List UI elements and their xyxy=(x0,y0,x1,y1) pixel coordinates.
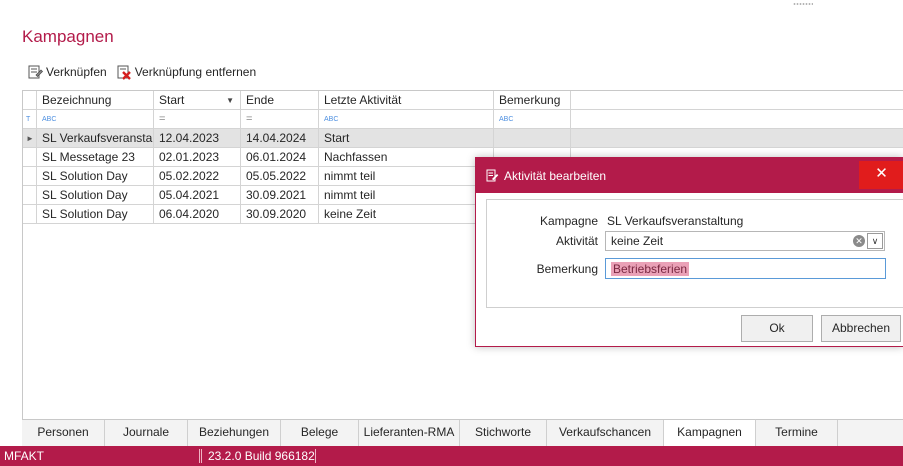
status-bar: MFAKT 23.2.0 Build 966182 xyxy=(0,446,903,466)
unlink-icon xyxy=(117,65,131,80)
grid-filter-row: Τ ABC = = ABC ABC xyxy=(23,110,903,129)
tab-lieferanten-rma[interactable]: Lieferanten-RMA xyxy=(359,420,460,446)
ok-button[interactable]: Ok xyxy=(741,315,813,342)
column-header-start-label: Start xyxy=(159,93,185,107)
column-header-bemerkung[interactable]: Bemerkung xyxy=(494,91,571,110)
cell-start: 05.04.2021 xyxy=(154,186,241,205)
cell-bezeichnung: SL Messetage 23 xyxy=(37,148,154,167)
link-icon xyxy=(28,65,43,78)
cell-ende: 06.01.2024 xyxy=(241,148,319,167)
grid-header-row: Bezeichnung Start ▼ Ende Letzte Aktivitä… xyxy=(23,91,903,110)
filter-start-operator: = xyxy=(159,113,166,125)
filter-cell-aktivitaet[interactable]: ABC xyxy=(319,110,494,129)
cell-bezeichnung: SL Verkaufsveranstalt... xyxy=(37,129,154,148)
tab-verkaufschancen[interactable]: Verkaufschancen xyxy=(547,420,664,446)
table-row[interactable]: ► SL Verkaufsveranstalt... 12.04.2023 14… xyxy=(23,129,903,148)
column-header-bezeichnung[interactable]: Bezeichnung xyxy=(37,91,154,110)
cell-ende: 14.04.2024 xyxy=(241,129,319,148)
clear-icon[interactable]: ✕ xyxy=(853,235,865,247)
bemerkung-input[interactable]: Betriebsferien xyxy=(605,258,886,279)
chevron-down-icon[interactable]: ∨ xyxy=(867,233,883,249)
edit-icon xyxy=(486,169,499,182)
column-header-letzte-aktivitaet[interactable]: Letzte Aktivität xyxy=(319,91,494,110)
aktivitaet-select[interactable]: keine Zeit ✕ ∨ xyxy=(605,231,885,251)
filter-cell-bezeichnung[interactable]: ABC xyxy=(37,110,154,129)
window-grip xyxy=(793,2,813,6)
bemerkung-input-value: Betriebsferien xyxy=(611,262,690,276)
cell-start: 12.04.2023 xyxy=(154,129,241,148)
cell-start: 05.02.2022 xyxy=(154,167,241,186)
cell-bezeichnung: SL Solution Day xyxy=(37,167,154,186)
cell-ende: 05.05.2022 xyxy=(241,167,319,186)
tab-stichworte[interactable]: Stichworte xyxy=(460,420,547,446)
kampagne-label: Kampagne xyxy=(539,214,598,228)
status-build: 23.2.0 Build 966182 xyxy=(208,449,315,463)
dialog-title: Aktivität bearbeiten xyxy=(504,169,607,183)
row-indicator-cell xyxy=(23,186,37,205)
page-title: Kampagnen xyxy=(22,27,114,46)
cell-ende: 30.09.2021 xyxy=(241,186,319,205)
bemerkung-label: Bemerkung xyxy=(536,262,598,276)
cell-ende: 30.09.2020 xyxy=(241,205,319,224)
unlink-button[interactable]: Verknüpfung entfernen xyxy=(117,65,256,80)
close-icon: ✕ xyxy=(875,165,888,182)
cell-aktivitaet: nimmt teil xyxy=(319,186,494,205)
aktivitaet-select-value: keine Zeit xyxy=(611,234,664,248)
column-header-ende[interactable]: Ende xyxy=(241,91,319,110)
cell-start: 06.04.2020 xyxy=(154,205,241,224)
row-indicator-cell xyxy=(23,148,37,167)
tab-journale[interactable]: Journale xyxy=(105,420,188,446)
tab-belege[interactable]: Belege xyxy=(281,420,359,446)
filter-cell-start[interactable]: = xyxy=(154,110,241,129)
tab-personen[interactable]: Personen xyxy=(22,420,105,446)
toolbar: Verknüpfen Verknüpfung entfernen xyxy=(28,63,256,81)
status-separator xyxy=(199,449,202,463)
status-app: MFAKT xyxy=(4,449,45,463)
close-button[interactable]: ✕ xyxy=(859,161,903,189)
kampagne-value: SL Verkaufsveranstaltung xyxy=(607,214,744,228)
cell-aktivitaet: Nachfassen xyxy=(319,148,494,167)
status-separator xyxy=(315,449,316,463)
row-indicator-cell xyxy=(23,205,37,224)
row-indicator-icon: ► xyxy=(23,129,37,148)
cell-bezeichnung: SL Solution Day xyxy=(37,186,154,205)
filter-cell-bemerkung[interactable]: ABC xyxy=(494,110,571,129)
edit-activity-dialog: Aktivität bearbeiten ✕ Kampagne SL Verka… xyxy=(475,157,903,347)
sort-down-icon: ▼ xyxy=(226,96,234,105)
cancel-button[interactable]: Abbrechen xyxy=(821,315,901,342)
unlink-button-label: Verknüpfung entfernen xyxy=(134,65,257,79)
header-filler xyxy=(571,91,903,110)
row-indicator-cell xyxy=(23,167,37,186)
tab-beziehungen[interactable]: Beziehungen xyxy=(188,420,281,446)
tab-termine[interactable]: Termine xyxy=(756,420,838,446)
filter-icon: Τ xyxy=(23,110,37,129)
filter-filler xyxy=(571,110,903,129)
cell-aktivitaet: Start xyxy=(319,129,494,148)
cell-aktivitaet: keine Zeit xyxy=(319,205,494,224)
cell-start: 02.01.2023 xyxy=(154,148,241,167)
cell-bemerkung xyxy=(494,129,571,148)
row-filler xyxy=(571,129,903,148)
column-header-start[interactable]: Start ▼ xyxy=(154,91,241,110)
cell-bezeichnung: SL Solution Day xyxy=(37,205,154,224)
cell-aktivitaet: nimmt teil xyxy=(319,167,494,186)
filter-ende-operator: = xyxy=(246,113,253,125)
link-button[interactable]: Verknüpfen xyxy=(28,65,107,80)
aktivitaet-label: Aktivität xyxy=(555,234,598,248)
tab-kampagnen[interactable]: Kampagnen xyxy=(664,419,756,446)
filter-cell-ende[interactable]: = xyxy=(241,110,319,129)
header-indicator-cell xyxy=(23,91,37,110)
link-button-label: Verknüpfen xyxy=(46,65,107,79)
dialog-titlebar[interactable]: Aktivität bearbeiten ✕ xyxy=(476,158,903,193)
detail-tabs: Personen Journale Beziehungen Belege Lie… xyxy=(22,419,903,446)
